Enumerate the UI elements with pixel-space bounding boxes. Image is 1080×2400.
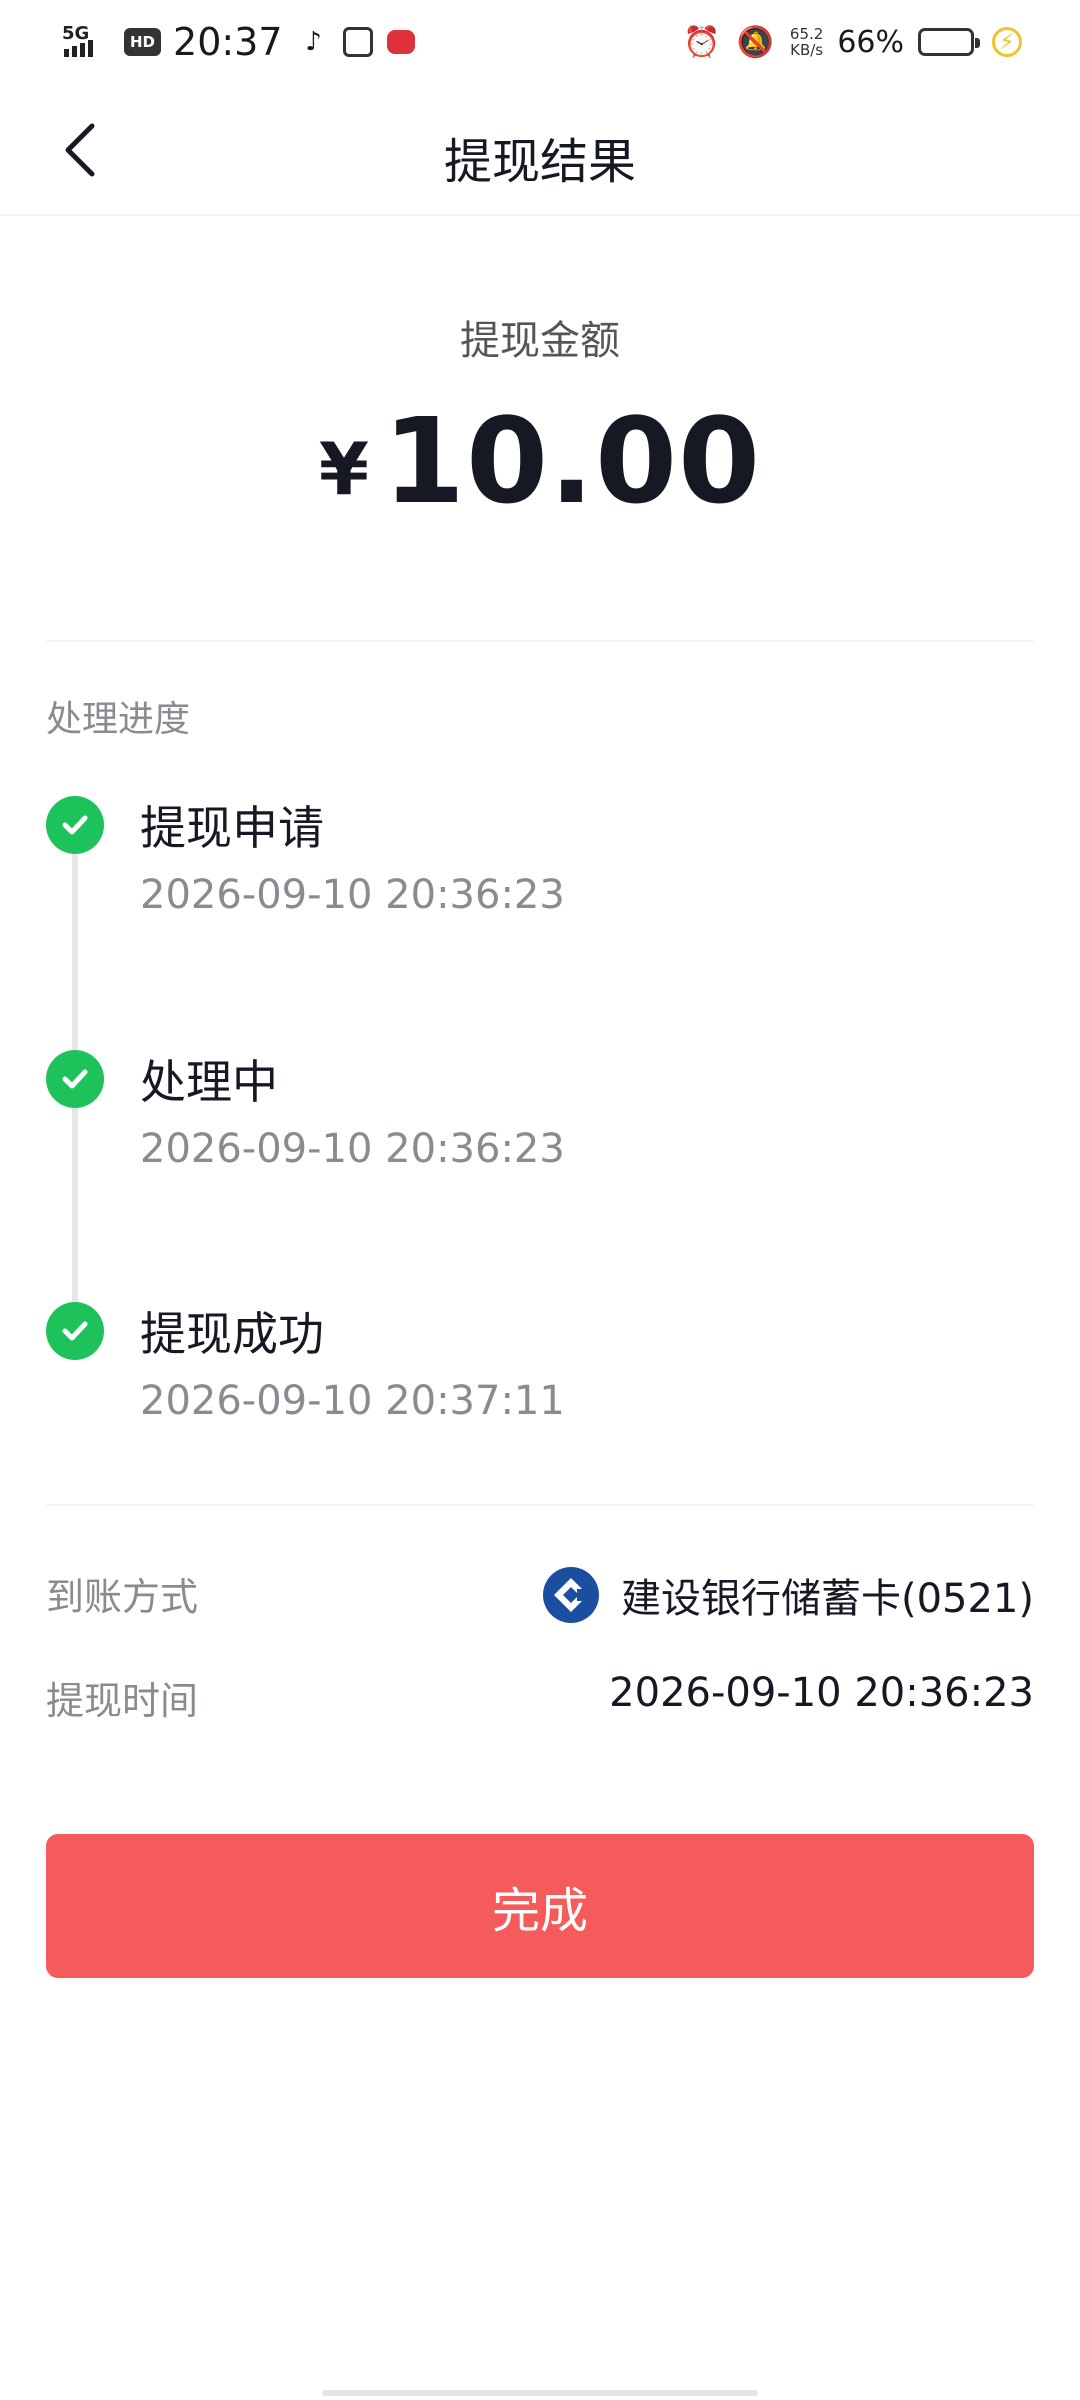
method-value-wrap: 建设银行储蓄卡(0521) (542, 1566, 1034, 1624)
step-time: 2026-09-10 20:36:23 (140, 872, 565, 918)
step-title: 提现申请 (140, 801, 324, 855)
time-value: 2026-09-10 20:36:23 (609, 1670, 1034, 1716)
divider (46, 1504, 1034, 1506)
check-circle-icon (46, 1302, 104, 1360)
home-indicator[interactable] (322, 2390, 758, 2396)
time-label: 提现时间 (46, 1679, 199, 1723)
bell-off-icon: 🔕 (736, 24, 774, 60)
tiktok-icon: ♪ (305, 27, 322, 57)
nav-bar: 提现结果 (0, 84, 1080, 216)
step-time: 2026-09-10 20:36:23 (140, 1126, 565, 1172)
currency-symbol: ¥ (318, 427, 369, 511)
step-title: 处理中 (140, 1055, 278, 1109)
method-label: 到账方式 (46, 1575, 199, 1619)
progress-label: 处理进度 (46, 699, 191, 740)
status-bar-right: ⏰ 🔕 65.2 KB/s 66% ⚡ (667, 25, 1022, 60)
method-value: 建设银行储蓄卡(0521) (620, 1576, 1034, 1622)
charging-icon: ⚡ (992, 27, 1022, 57)
withdraw-method-row: 到账方式 建设银行储蓄卡(0521) (46, 1566, 1034, 1626)
hd-badge: HD (124, 28, 162, 56)
network-speed: 65.2 KB/s (790, 26, 823, 58)
amount-value: 10.00 (382, 392, 762, 530)
step-time: 2026-09-10 20:37:11 (140, 1378, 565, 1424)
signal-icon: 5G (62, 23, 110, 59)
ccb-bank-logo-icon (542, 1567, 599, 1623)
amount-label: 提现金额 (460, 318, 620, 364)
speed-unit: KB/s (790, 41, 824, 59)
amount-display: ¥10.00 (0, 392, 1080, 530)
check-circle-icon (46, 1050, 104, 1108)
status-time: 20:37 (173, 20, 283, 64)
status-bar: 5G HD 20:37 ♪ ⏰ 🔕 65.2 KB/s 66% ⚡ (0, 0, 1080, 84)
battery-icon (918, 28, 980, 56)
divider (46, 640, 1034, 642)
status-bar-left: 5G HD 20:37 ♪ (62, 20, 429, 64)
done-button[interactable]: 完成 (46, 1834, 1034, 1978)
alarm-icon: ⏰ (683, 24, 721, 60)
wallet-icon (342, 27, 373, 57)
battery-percent: 66% (837, 24, 904, 60)
check-circle-icon (46, 796, 104, 854)
message-icon (386, 30, 415, 54)
withdraw-time-row: 提现时间 2026-09-10 20:36:23 (46, 1670, 1034, 1730)
step-title: 提现成功 (140, 1307, 324, 1361)
page-title: 提现结果 (443, 134, 636, 190)
